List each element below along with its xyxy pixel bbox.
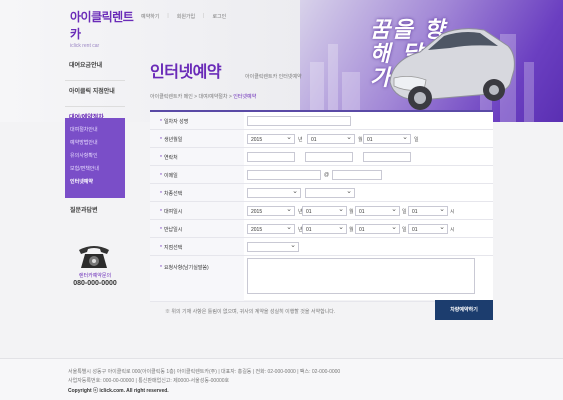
telephone-icon bbox=[79, 246, 109, 268]
rental-year-select[interactable]: 2015 bbox=[247, 206, 295, 216]
branch-select[interactable] bbox=[247, 242, 299, 252]
submenu-item-rental-procedure[interactable]: 대여절차안내 bbox=[70, 126, 120, 133]
return-month-select[interactable]: 01 bbox=[302, 224, 347, 234]
car-image bbox=[389, 28, 515, 110]
return-year-select[interactable]: 2015 bbox=[247, 224, 295, 234]
birthdate-label: 생년월일 bbox=[163, 137, 183, 143]
request-label: 요청사항(남기실말씀) bbox=[163, 265, 209, 271]
return-date-label: 반납일시 bbox=[163, 227, 183, 233]
nav-divider: | bbox=[167, 13, 169, 19]
request-textarea[interactable] bbox=[247, 258, 475, 294]
birth-day-unit: 일 bbox=[414, 137, 419, 143]
birth-year-unit: 년 bbox=[298, 137, 303, 143]
return-hour-unit: 시 bbox=[450, 227, 455, 233]
phone-caption: 렌터카예약문의 bbox=[78, 273, 112, 279]
rental-date-label: 대여일시 bbox=[163, 209, 183, 215]
birth-day-select[interactable]: 01 bbox=[363, 134, 411, 144]
birth-year-select[interactable]: 2015 bbox=[247, 134, 295, 144]
rental-day-unit: 일 bbox=[402, 209, 407, 215]
sidebar-item-rates[interactable]: 대여요금안내 bbox=[65, 55, 125, 81]
faq-link[interactable]: 질문과답변 bbox=[70, 205, 98, 214]
rental-hour-unit: 시 bbox=[450, 209, 455, 215]
breadcrumb-section[interactable]: 대여/예약절차 bbox=[199, 94, 228, 100]
rental-month-select[interactable]: 01 bbox=[302, 206, 347, 216]
form-row-cartype: * 차종선택 bbox=[150, 184, 493, 202]
phone-input-3[interactable] bbox=[363, 152, 411, 162]
return-month-unit: 월 bbox=[349, 227, 354, 233]
nav-divider: | bbox=[203, 13, 205, 19]
submenu-item-precautions[interactable]: 유의사항확인 bbox=[70, 152, 120, 159]
return-day-unit: 일 bbox=[402, 227, 407, 233]
nav-login-link[interactable]: 로그인 bbox=[212, 13, 226, 20]
page-title: 인터넷예약 bbox=[150, 62, 222, 81]
birth-month-select[interactable]: 01 bbox=[307, 134, 355, 144]
form-row-phone: * 연락처 bbox=[150, 148, 493, 166]
birth-month-unit: 월 bbox=[358, 137, 363, 143]
form-row-birthdate: *생년월일 2015 년 01 월 01 일 bbox=[150, 130, 493, 148]
rental-day-select[interactable]: 01 bbox=[355, 206, 400, 216]
top-nav: 예약하기 | 회원가입 | 로그인 bbox=[141, 13, 226, 20]
name-input[interactable] bbox=[247, 116, 351, 126]
nav-reserve-link[interactable]: 예약하기 bbox=[141, 13, 159, 20]
rental-hour-select[interactable]: 01 bbox=[408, 206, 448, 216]
footer-address: 서울특별시 성동구 아이클릭로 000(아이클릭동 1층) 아이클릭렌트카(주)… bbox=[68, 369, 341, 375]
branch-label: 지점선택 bbox=[163, 245, 183, 251]
return-day-select[interactable]: 01 bbox=[355, 224, 400, 234]
page-subtitle: 아이클릭렌트카 인터넷예약 bbox=[245, 74, 302, 80]
footer: 서울특별시 성동구 아이클릭로 000(아이클릭동 1층) 아이클릭렌트카(주)… bbox=[0, 358, 563, 400]
reservation-form: *일차자 성명 *생년월일 2015 년 01 월 01 일 *연락처 *이메일… bbox=[150, 110, 493, 302]
sidebar-item-branches[interactable]: 아이클릭 지점안내 bbox=[65, 81, 125, 107]
form-row-name: * 일차자 성명 bbox=[150, 112, 493, 130]
form-row-email: * 이메일 @ bbox=[150, 166, 493, 184]
form-row-rental-date: *대여일시 2015 년 01 월 01 일 01 시 bbox=[150, 202, 493, 220]
phone-label: 연락처 bbox=[163, 155, 178, 161]
logo-text: 아이클릭렌트카 bbox=[70, 10, 134, 41]
submenu-item-reserve-method[interactable]: 예약방법안내 bbox=[70, 139, 120, 146]
form-row-branch: * 지점선택 bbox=[150, 238, 493, 256]
logo[interactable]: 아이클릭렌트카 iclick rent car bbox=[70, 8, 140, 49]
breadcrumb-home[interactable]: 아이클릭렌트카 메인 bbox=[150, 94, 193, 100]
phone-input-2[interactable] bbox=[305, 152, 353, 162]
form-row-request: * 요청사항(남기실말씀) bbox=[150, 256, 493, 302]
logo-subtext: iclick rent car bbox=[70, 43, 100, 49]
sidebar-submenu: 대여절차안내 예약방법안내 유의사항확인 보험/면책안내 인터넷예약 bbox=[65, 118, 125, 198]
rental-month-unit: 월 bbox=[349, 209, 354, 215]
return-hour-select[interactable]: 01 bbox=[408, 224, 448, 234]
footer-business-info: 사업자등록번호: 000-00-00000 | 통신판매업신고: 제0000-서… bbox=[68, 378, 230, 384]
reserve-submit-button[interactable]: 차량예약하기 bbox=[435, 300, 493, 320]
email-domain-input[interactable] bbox=[332, 170, 382, 180]
email-id-input[interactable] bbox=[247, 170, 321, 180]
car-type-select-2[interactable] bbox=[305, 188, 355, 198]
cartype-label: 차종선택 bbox=[163, 191, 183, 197]
form-row-return-date: *반납일시 2015 년 01 월 01 일 01 시 bbox=[150, 220, 493, 238]
nav-join-link[interactable]: 회원가입 bbox=[177, 13, 195, 20]
agreement-note: ※ 위의 기재 사항은 틀림이 없으며, 귀사의 계약을 성실히 이행할 것을 … bbox=[165, 309, 336, 315]
breadcrumb-current: 인터넷예약 bbox=[233, 94, 257, 100]
breadcrumb: 아이클릭렌트카 메인 > 대여/예약절차 > 인터넷예약 bbox=[150, 94, 257, 100]
name-label: 일차자 성명 bbox=[163, 119, 189, 125]
email-at-sign: @ bbox=[324, 172, 330, 178]
phone-input-1[interactable] bbox=[247, 152, 295, 162]
submenu-item-internet-reserve[interactable]: 인터넷예약 bbox=[70, 178, 120, 185]
phone-number: 080-000-0000 bbox=[73, 280, 117, 287]
car-type-select-1[interactable] bbox=[247, 188, 301, 198]
email-label: 이메일 bbox=[163, 173, 178, 179]
footer-copyright: Copyright ⓒ iclick.com. All right reserv… bbox=[68, 388, 169, 394]
submenu-item-insurance[interactable]: 보험/면책안내 bbox=[70, 165, 120, 172]
